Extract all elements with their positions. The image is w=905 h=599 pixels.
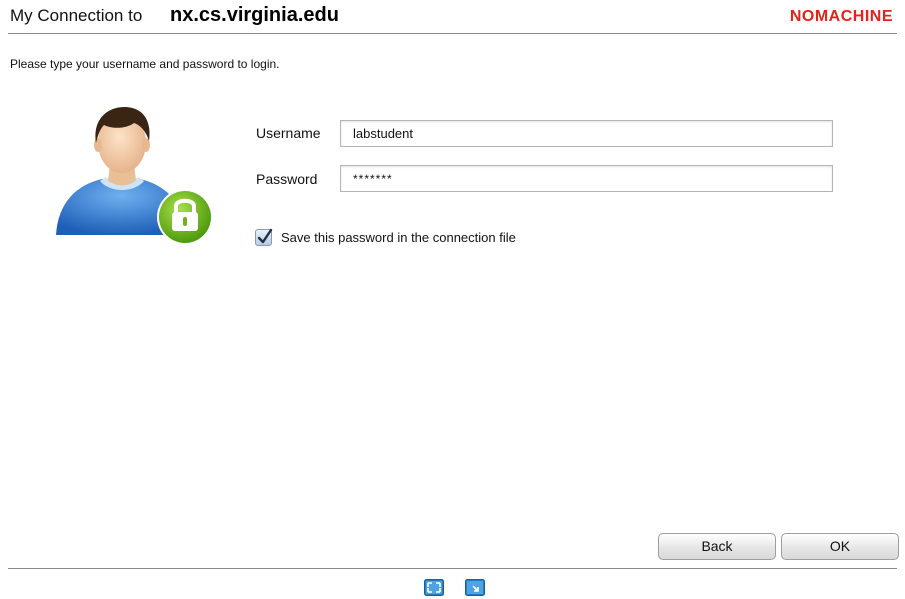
title-prefix: My Connection to	[10, 6, 143, 25]
save-password-label[interactable]: Save this password in the connection fil…	[281, 230, 516, 245]
header: My Connection to nx.cs.virginia.edu NOMA…	[0, 0, 905, 33]
password-field[interactable]	[340, 165, 833, 192]
checkmark-icon	[257, 228, 273, 243]
back-button[interactable]: Back	[658, 533, 776, 560]
ok-button[interactable]: OK	[781, 533, 899, 560]
user-lock-icon	[52, 105, 217, 245]
footer-divider	[8, 568, 897, 569]
fullscreen-icon[interactable]	[424, 579, 444, 596]
brand-logo: NOMACHINE	[789, 8, 893, 25]
password-label: Password	[256, 171, 318, 187]
username-field[interactable]	[340, 120, 833, 147]
username-label: Username	[256, 125, 321, 141]
save-password-checkbox[interactable]	[255, 228, 273, 246]
login-instruction: Please type your username and password t…	[10, 57, 280, 71]
connection-host: nx.cs.virginia.edu	[170, 4, 339, 26]
header-divider	[8, 33, 897, 34]
save-password-row[interactable]: Save this password in the connection fil…	[255, 227, 516, 247]
login-window: My Connection to nx.cs.virginia.edu NOMA…	[0, 0, 905, 599]
window-mode-icon[interactable]	[465, 579, 485, 596]
